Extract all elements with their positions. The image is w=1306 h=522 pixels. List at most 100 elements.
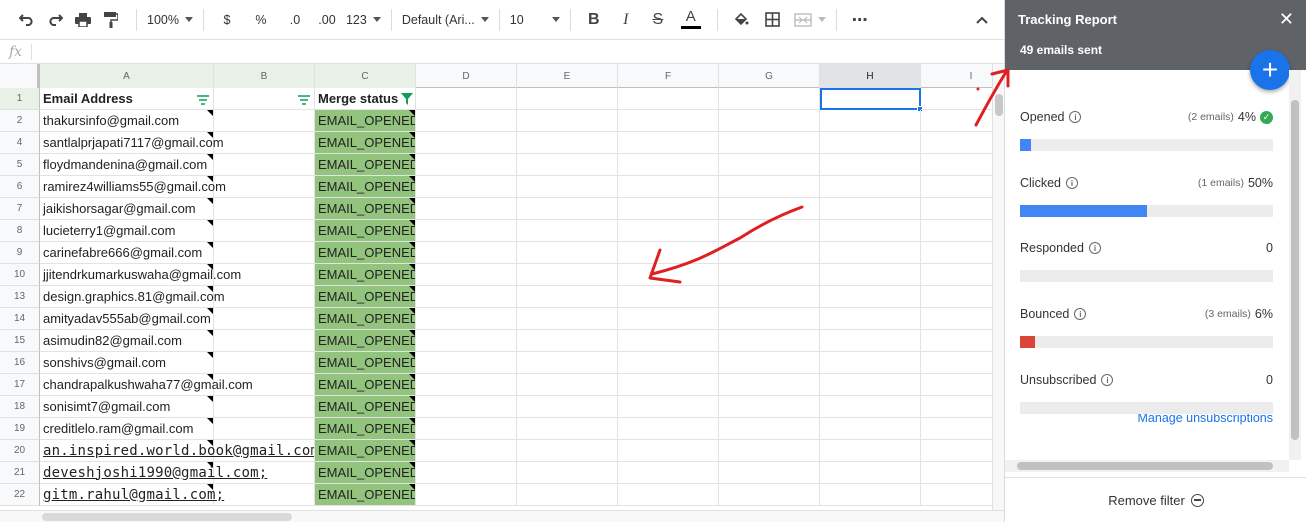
sheet-horizontal-scrollbar[interactable] <box>0 510 1004 522</box>
scrollbar-thumb[interactable] <box>1017 462 1273 470</box>
grid-cell[interactable] <box>719 132 820 154</box>
grid-cell[interactable] <box>416 110 517 132</box>
merge-status-cell[interactable]: EMAIL_OPENED <box>315 352 416 374</box>
email-cell[interactable]: deveshjoshi1990@gmail.com; <box>40 462 267 484</box>
fill-color-icon[interactable] <box>728 6 754 34</box>
email-cell[interactable]: gitm.rahul@gmail.com; <box>40 484 224 506</box>
text-color-button[interactable]: A <box>677 6 705 34</box>
grid-cell[interactable] <box>214 440 315 462</box>
grid-cell[interactable] <box>820 154 921 176</box>
grid-cell[interactable] <box>517 462 618 484</box>
grid-cell[interactable] <box>517 154 618 176</box>
row-header[interactable]: 15 <box>0 330 40 352</box>
row-header[interactable]: 8 <box>0 220 40 242</box>
grid-cell[interactable] <box>618 308 719 330</box>
grid-cell[interactable] <box>719 330 820 352</box>
grid-cell[interactable] <box>618 352 719 374</box>
sheet-vertical-scrollbar[interactable] <box>992 64 1004 510</box>
grid-cell[interactable] <box>517 88 618 110</box>
bold-button[interactable]: B <box>581 6 607 34</box>
grid-cell[interactable] <box>618 88 719 110</box>
email-cell[interactable]: asimudin82@gmail.com <box>40 330 214 352</box>
column-header-c[interactable]: C <box>315 64 416 88</box>
grid-cell[interactable] <box>416 132 517 154</box>
grid-cell[interactable] <box>416 286 517 308</box>
close-icon[interactable]: ✕ <box>1279 9 1294 30</box>
grid-cell[interactable] <box>517 264 618 286</box>
grid-cell[interactable] <box>517 198 618 220</box>
grid-cell[interactable] <box>820 484 921 506</box>
grid-cell[interactable] <box>921 484 992 506</box>
grid-cell[interactable] <box>214 110 315 132</box>
grid-cell[interactable] <box>517 308 618 330</box>
grid-cell[interactable] <box>921 198 992 220</box>
email-cell[interactable]: amityadav555ab@gmail.com <box>40 308 214 330</box>
grid-cell[interactable] <box>517 242 618 264</box>
grid-cell[interactable] <box>921 330 992 352</box>
grid-cell[interactable] <box>719 286 820 308</box>
merge-status-cell[interactable]: EMAIL_OPENED <box>315 110 416 132</box>
grid-cell[interactable] <box>416 154 517 176</box>
header-cell-merge-status[interactable]: Merge status <box>315 88 416 110</box>
grid-cell[interactable] <box>618 374 719 396</box>
row-header[interactable]: 7 <box>0 198 40 220</box>
percent-format-button[interactable]: % <box>248 6 274 34</box>
row-header[interactable]: 14 <box>0 308 40 330</box>
grid-cell[interactable] <box>416 418 517 440</box>
grid-cell[interactable] <box>416 484 517 506</box>
grid-cell[interactable] <box>618 264 719 286</box>
grid-cell[interactable] <box>618 110 719 132</box>
grid-cell[interactable] <box>618 484 719 506</box>
remove-filter-button[interactable]: Remove filter <box>1005 477 1306 522</box>
column-header-a[interactable]: A <box>40 64 214 88</box>
grid-cell[interactable] <box>921 440 992 462</box>
grid-cell[interactable] <box>921 88 992 110</box>
grid-cell[interactable] <box>214 242 315 264</box>
grid-cell[interactable] <box>921 462 992 484</box>
grid-cell[interactable] <box>719 374 820 396</box>
increase-decimal-button[interactable]: .00 <box>314 6 340 34</box>
grid-cell[interactable] <box>719 176 820 198</box>
grid-cell[interactable] <box>719 110 820 132</box>
grid-cell[interactable] <box>517 396 618 418</box>
grid-cell[interactable] <box>921 352 992 374</box>
grid-cell[interactable] <box>618 396 719 418</box>
grid-cell[interactable] <box>618 198 719 220</box>
filter-icon[interactable] <box>197 93 209 108</box>
row-header[interactable]: 17 <box>0 374 40 396</box>
grid-cell[interactable] <box>921 286 992 308</box>
grid-cell[interactable] <box>517 286 618 308</box>
chevron-up-icon[interactable] <box>976 12 988 27</box>
merge-status-cell[interactable]: EMAIL_OPENED <box>315 154 416 176</box>
grid-cell[interactable] <box>921 374 992 396</box>
grid-cell[interactable] <box>416 440 517 462</box>
more-options-button[interactable]: ⋯ <box>847 6 873 34</box>
grid-cell[interactable] <box>214 374 315 396</box>
grid-cell[interactable] <box>517 418 618 440</box>
column-header-h[interactable]: H <box>820 64 921 88</box>
email-cell[interactable]: jjitendrkumarkuswaha@gmail.com <box>40 264 241 286</box>
panel-horizontal-scrollbar[interactable] <box>1005 460 1289 472</box>
grid-cell[interactable] <box>517 374 618 396</box>
grid-cell[interactable] <box>416 220 517 242</box>
grid-cell[interactable] <box>820 352 921 374</box>
row-header[interactable]: 20 <box>0 440 40 462</box>
row-header[interactable]: 5 <box>0 154 40 176</box>
grid-cell[interactable] <box>214 176 315 198</box>
merge-status-cell[interactable]: EMAIL_OPENED <box>315 484 416 506</box>
merge-status-cell[interactable]: EMAIL_OPENED <box>315 176 416 198</box>
grid-cell[interactable] <box>719 308 820 330</box>
grid-cell[interactable] <box>820 198 921 220</box>
select-all-corner[interactable] <box>0 64 40 88</box>
grid-cell[interactable] <box>719 352 820 374</box>
filter-active-icon[interactable] <box>401 93 413 108</box>
grid-cell[interactable] <box>214 154 315 176</box>
row-header[interactable]: 1 <box>0 88 40 110</box>
grid-cell[interactable] <box>719 154 820 176</box>
email-cell[interactable]: santlalprjapati7117@gmail.com <box>40 132 224 154</box>
grid-cell[interactable] <box>820 374 921 396</box>
merge-status-cell[interactable]: EMAIL_OPENED <box>315 308 416 330</box>
grid-cell[interactable] <box>921 264 992 286</box>
grid-cell[interactable] <box>416 330 517 352</box>
grid-cell[interactable] <box>416 198 517 220</box>
